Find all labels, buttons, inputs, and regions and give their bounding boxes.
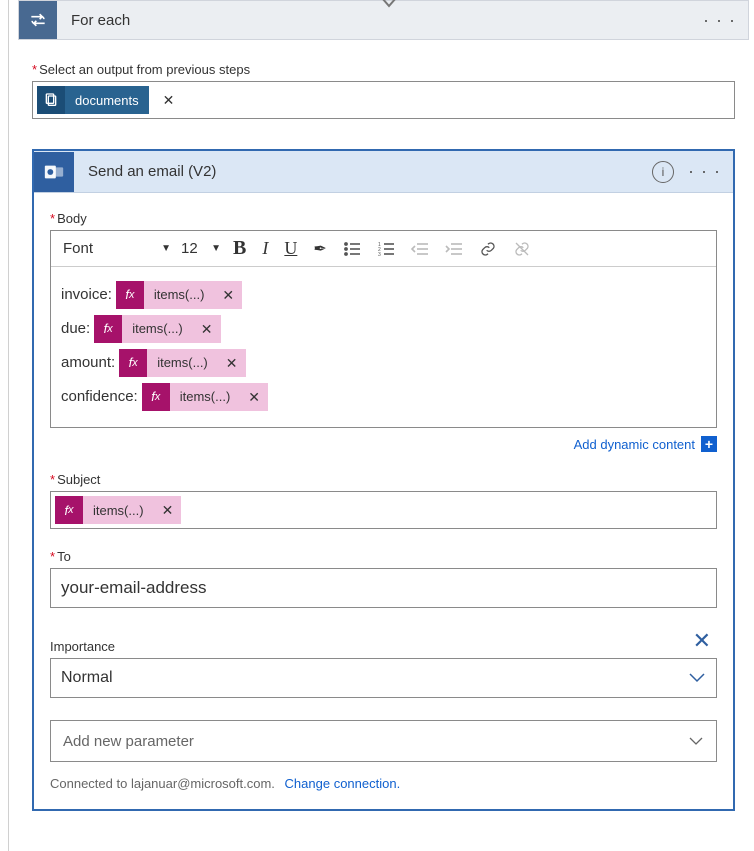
highlight-button[interactable] [305,231,334,267]
chevron-down-icon [688,672,706,684]
send-email-header[interactable]: Send an email (V2) i · · · [34,151,733,193]
rich-text-toolbar: Font▼ 12▼ B I U 123 [51,231,716,267]
body-line-prefix: invoice: [61,279,112,311]
chevron-down-icon [688,736,704,746]
outdent-button[interactable] [403,231,437,267]
body-line: amount:fxitems(...)✕ [61,347,706,379]
for-each-menu-button[interactable]: · · · [699,10,740,31]
send-email-card: Send an email (V2) i · · · *Body Font▼ 1… [32,149,735,811]
subject-input[interactable]: fx items(...) ✕ [50,491,717,529]
importance-label: Importance [50,639,687,654]
change-connection-link[interactable]: Change connection. [285,776,401,791]
select-output-input[interactable]: documents ✕ [32,81,735,119]
body-expression-token[interactable]: fxitems(...)✕ [94,315,220,343]
subject-label: *Subject [50,472,717,487]
fx-icon: fx [119,349,147,377]
fx-icon: fx [94,315,122,343]
body-expression-token[interactable]: fxitems(...)✕ [142,383,268,411]
send-email-menu-button[interactable]: · · · [684,161,725,182]
body-expression-label: items(...) [170,383,241,411]
body-line-prefix: due: [61,313,90,345]
body-editor[interactable]: Font▼ 12▼ B I U 123 [50,230,717,428]
documents-token[interactable]: documents [37,86,149,114]
underline-button[interactable]: U [276,231,305,267]
importance-value: Normal [61,669,113,687]
font-size-select[interactable]: 12▼ [177,231,225,267]
body-expression-token[interactable]: fxitems(...)✕ [119,349,245,377]
to-input[interactable] [50,568,717,608]
body-expression-remove[interactable]: ✕ [240,383,268,411]
body-expression-label: items(...) [144,281,215,309]
documents-token-remove[interactable]: ✕ [155,92,183,109]
fx-icon: fx [55,496,83,524]
body-expression-remove[interactable]: ✕ [214,281,242,309]
body-line-prefix: confidence: [61,381,138,413]
body-expression-remove[interactable]: ✕ [218,349,246,377]
link-button[interactable] [471,231,505,267]
select-output-label: *Select an output from previous steps [32,62,735,77]
italic-button[interactable]: I [254,231,276,267]
body-line: due:fxitems(...)✕ [61,313,706,345]
send-email-title: Send an email (V2) [88,163,652,180]
body-expression-remove[interactable]: ✕ [193,315,221,343]
remove-importance-button[interactable]: ✕ [687,628,717,658]
connection-info: Connected to lajanuar@microsoft.com. Cha… [50,776,717,791]
add-parameter-select[interactable]: Add new parameter [50,720,717,762]
bullet-list-button[interactable] [335,231,369,267]
info-icon[interactable]: i [652,161,674,183]
unlink-button[interactable] [505,231,539,267]
body-expression-token[interactable]: fxitems(...)✕ [116,281,242,309]
for-each-title: For each [71,12,699,29]
arrow-down-icon [380,0,398,10]
outlook-icon [34,152,74,192]
fx-icon: fx [116,281,144,309]
svg-text:3: 3 [378,252,381,257]
body-label: *Body [50,211,717,226]
font-select[interactable]: Font▼ [57,231,177,267]
body-line: invoice:fxitems(...)✕ [61,279,706,311]
body-content[interactable]: invoice:fxitems(...)✕due:fxitems(...)✕am… [51,267,716,427]
fx-icon: fx [142,383,170,411]
indent-button[interactable] [437,231,471,267]
subject-expression-remove[interactable]: ✕ [154,496,182,524]
add-dynamic-content-link[interactable]: Add dynamic content + [50,436,717,452]
number-list-button[interactable]: 123 [369,231,403,267]
to-label: *To [50,549,717,564]
body-expression-label: items(...) [147,349,218,377]
importance-select[interactable]: Normal [50,658,717,698]
documents-token-label: documents [65,93,149,108]
loop-icon [19,1,57,39]
body-line: confidence:fxitems(...)✕ [61,381,706,413]
documents-token-icon [37,86,65,114]
bold-button[interactable]: B [225,231,254,267]
body-expression-label: items(...) [122,315,193,343]
plus-icon: + [701,436,717,452]
body-line-prefix: amount: [61,347,115,379]
subject-expression-label: items(...) [83,496,154,524]
subject-expression-token[interactable]: fx items(...) ✕ [55,496,181,524]
